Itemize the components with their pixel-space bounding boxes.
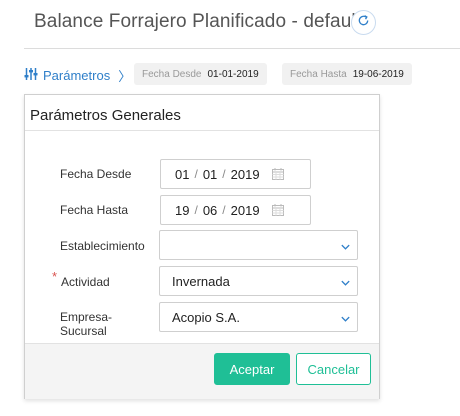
parameters-panel: Parámetros Generales Fecha Desde 01 / 01… <box>24 94 380 399</box>
required-asterisk: * <box>52 269 58 284</box>
refresh-icon <box>357 14 370 32</box>
panel-footer: Aceptar Cancelar <box>25 343 379 399</box>
fecha-desde-input[interactable]: 01 / 01 / 2019 <box>160 159 311 189</box>
label-line: Empresa- <box>60 310 113 324</box>
refresh-button[interactable] <box>351 10 376 35</box>
fecha-hasta-label: Fecha Hasta <box>60 203 129 217</box>
month-segment[interactable]: 01 <box>203 167 217 182</box>
chevron-down-icon <box>340 240 351 255</box>
chip-label: Fecha Hasta <box>290 68 347 80</box>
chip-value: 01-01-2019 <box>207 68 259 80</box>
establecimiento-select[interactable] <box>159 230 358 260</box>
chevron-right-icon: 〉 <box>118 69 132 84</box>
day-segment[interactable]: 01 <box>175 167 189 182</box>
fecha-desde-label: Fecha Desde <box>60 167 132 181</box>
year-segment[interactable]: 2019 <box>231 167 260 182</box>
panel-title: Parámetros Generales <box>30 107 181 124</box>
date-separator: / <box>194 203 198 217</box>
chevron-down-icon <box>340 312 351 327</box>
day-segment[interactable]: 19 <box>175 203 189 218</box>
fecha-hasta-input[interactable]: 19 / 06 / 2019 <box>160 195 311 225</box>
empresa-sucursal-select[interactable]: Acopio S.A. <box>159 302 358 332</box>
date-separator: / <box>222 203 226 217</box>
label-line: Sucursal <box>60 324 107 338</box>
accept-button[interactable]: Aceptar <box>214 353 290 385</box>
parameters-toggle[interactable]: Parámetros 〉 <box>24 66 131 85</box>
select-value: Acopio S.A. <box>172 309 240 325</box>
chip-value: 19-06-2019 <box>352 68 404 80</box>
year-segment[interactable]: 2019 <box>231 203 260 218</box>
month-segment[interactable]: 06 <box>203 203 217 218</box>
sliders-icon <box>24 67 38 84</box>
actividad-select[interactable]: Invernada <box>159 266 358 296</box>
calendar-icon[interactable] <box>272 204 284 219</box>
date-separator: / <box>194 167 198 181</box>
select-value: Invernada <box>172 273 230 289</box>
establecimiento-label: Establecimiento <box>60 239 145 253</box>
chip-label: Fecha Desde <box>142 68 202 80</box>
parameters-label: Parámetros <box>43 68 111 83</box>
empresa-sucursal-label: Empresa- Sucursal <box>60 310 112 338</box>
page-title: Balance Forrajero Planificado - default <box>34 11 362 32</box>
calendar-icon[interactable] <box>272 168 284 183</box>
chip-fecha-hasta: Fecha Hasta 19-06-2019 <box>282 63 412 85</box>
date-separator: / <box>222 167 226 181</box>
chevron-down-icon <box>340 276 351 291</box>
cancel-button[interactable]: Cancelar <box>296 353 371 385</box>
header-divider <box>24 48 460 49</box>
panel-divider <box>25 130 379 131</box>
actividad-label: Actividad <box>61 275 110 289</box>
chip-fecha-desde: Fecha Desde 01-01-2019 <box>134 63 267 85</box>
